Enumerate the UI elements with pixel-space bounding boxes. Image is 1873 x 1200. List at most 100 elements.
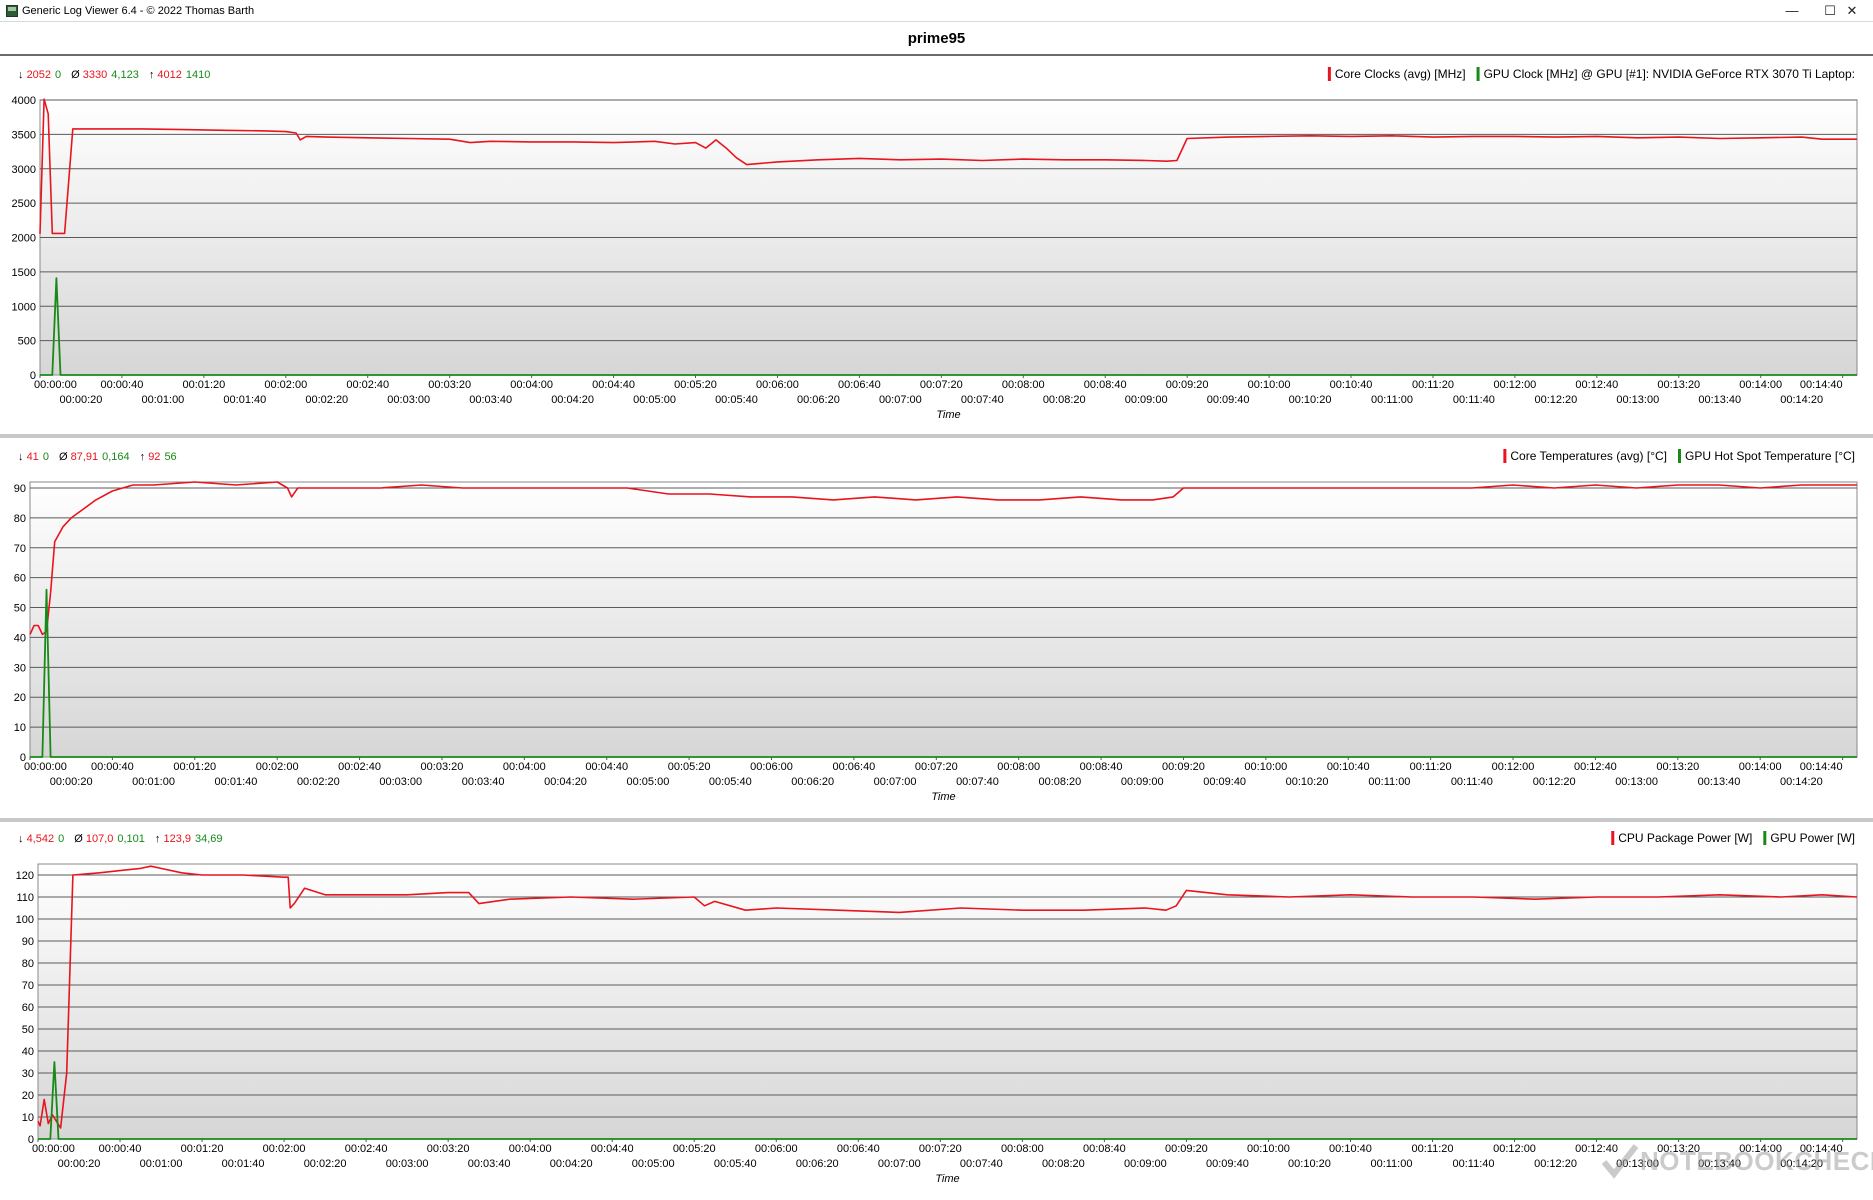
x-axis-label: Time (935, 1173, 959, 1185)
x-tick-label: 00:09:40 (1207, 394, 1250, 406)
y-tick-label: 30 (22, 1068, 34, 1080)
stat-value-green: 0 (58, 833, 64, 845)
y-tick-label: 500 (18, 336, 36, 348)
stat-value-red: 107,0 (86, 833, 114, 845)
x-tick-label: 00:07:40 (961, 394, 1004, 406)
stat-value-red: 92 (148, 451, 160, 463)
x-tick-label: 00:09:20 (1165, 1143, 1208, 1155)
x-tick-label: 00:01:20 (173, 761, 216, 773)
x-tick-label: 00:13:40 (1698, 394, 1741, 406)
x-tick-label: 00:12:00 (1492, 761, 1535, 773)
stats-avg: Ø 107,0 0,101 (74, 833, 145, 845)
x-tick-label: 00:12:20 (1533, 776, 1576, 788)
x-tick-label: 00:13:00 (1616, 394, 1659, 406)
x-tick-label: 00:13:40 (1698, 776, 1741, 788)
x-tick-label: 00:04:40 (591, 1143, 634, 1155)
y-tick-label: 60 (14, 573, 26, 585)
x-tick-label: 00:02:00 (264, 379, 307, 391)
x-tick-label: 00:07:00 (874, 776, 917, 788)
x-tick-label: 00:04:40 (592, 379, 635, 391)
x-tick-label: 00:01:00 (140, 1158, 183, 1170)
x-tick-label: 00:06:00 (756, 379, 799, 391)
x-tick-label: 00:08:40 (1080, 761, 1123, 773)
x-tick-label: 00:01:20 (182, 379, 225, 391)
x-tick-label: 00:05:00 (632, 1158, 675, 1170)
y-tick-label: 100 (16, 914, 34, 926)
stats-avg: Ø 3330 4,123 (71, 69, 139, 81)
y-tick-label: 40 (22, 1046, 34, 1058)
x-tick-label: 00:05:40 (714, 1158, 757, 1170)
x-tick-label: 00:02:40 (346, 379, 389, 391)
stat-value-green: 34,69 (195, 833, 223, 845)
x-tick-label: 00:00:00 (24, 761, 67, 773)
y-tick-label: 4000 (12, 95, 36, 107)
y-tick-label: 40 (14, 632, 26, 644)
stat-value-green: 1410 (186, 69, 210, 81)
checkmark-logo-icon (1601, 1144, 1639, 1179)
legend-label: GPU Power [W] (1770, 831, 1855, 845)
x-tick-label: 00:07:40 (956, 776, 999, 788)
x-tick-label: 00:10:40 (1329, 1143, 1372, 1155)
y-tick-label: 120 (16, 870, 34, 882)
x-tick-label: 00:09:40 (1206, 1158, 1249, 1170)
y-tick-label: 50 (22, 1024, 34, 1036)
x-tick-label: 00:04:00 (509, 1143, 552, 1155)
x-tick-label: 00:09:40 (1203, 776, 1246, 788)
x-tick-label: 00:02:20 (304, 1158, 347, 1170)
y-tick-label: 3000 (12, 164, 36, 176)
x-tick-label: 00:02:20 (305, 394, 348, 406)
stat-value-red: 41 (27, 451, 39, 463)
x-tick-label: 00:00:20 (58, 1158, 101, 1170)
y-tick-label: 90 (22, 936, 34, 948)
x-tick-label: 00:12:20 (1534, 1158, 1577, 1170)
x-tick-label: 00:13:00 (1615, 776, 1658, 788)
stat-value-green: 0 (43, 451, 49, 463)
x-tick-label: 00:09:20 (1162, 761, 1205, 773)
y-tick-label: 90 (14, 483, 26, 495)
x-tick-label: 00:11:40 (1453, 1158, 1495, 1170)
y-tick-label: 3500 (12, 129, 36, 141)
x-tick-label: 00:05:20 (674, 379, 717, 391)
y-tick-label: 10 (14, 722, 26, 734)
legend-label: Core Clocks (avg) [MHz] (1335, 67, 1466, 81)
stat-value-red: 87,91 (71, 451, 99, 463)
x-tick-label: 00:10:00 (1247, 1143, 1290, 1155)
stats-max: ↑ 123,9 34,69 (155, 833, 223, 845)
y-tick-label: 2000 (12, 233, 36, 245)
x-tick-label: 00:07:40 (960, 1158, 1003, 1170)
x-tick-label: 00:04:00 (510, 379, 553, 391)
y-tick-label: 80 (14, 513, 26, 525)
stats-min: ↓ 2052 0 (18, 69, 61, 81)
y-tick-label: 10 (22, 1112, 34, 1124)
x-tick-label: 00:05:40 (715, 394, 758, 406)
x-tick-label: 00:01:00 (141, 394, 184, 406)
x-tick-label: 00:10:00 (1248, 379, 1291, 391)
x-tick-label: 00:12:00 (1493, 1143, 1536, 1155)
plot-area (29, 481, 1858, 758)
x-tick-label: 00:13:20 (1657, 379, 1700, 391)
x-tick-label: 00:02:40 (345, 1143, 388, 1155)
plot-area (37, 863, 1858, 1140)
x-tick-label: 00:14:00 (1739, 761, 1782, 773)
y-tick-label: 50 (14, 603, 26, 615)
y-tick-label: 70 (14, 543, 26, 555)
y-tick-label: 70 (22, 980, 34, 992)
stat-value-red: 3330 (83, 69, 107, 81)
x-tick-label: 00:09:00 (1121, 776, 1164, 788)
x-tick-label: 00:08:40 (1083, 1143, 1126, 1155)
y-tick-label: 60 (22, 1002, 34, 1014)
stat-value-green: 0,164 (102, 451, 130, 463)
x-tick-label: 00:03:00 (387, 394, 430, 406)
x-tick-label: 00:11:00 (1370, 1158, 1412, 1170)
x-tick-label: 00:07:00 (878, 1158, 921, 1170)
x-tick-label: 00:02:40 (338, 761, 381, 773)
x-tick-label: 00:12:40 (1575, 379, 1618, 391)
log-charts: 0500100015002000250030003500400000:00:00… (12, 67, 1858, 1185)
x-tick-label: 00:11:20 (1412, 379, 1454, 391)
legend-swatch (1327, 67, 1331, 81)
y-tick-label: 1500 (12, 267, 36, 279)
legend-swatch (1503, 449, 1507, 463)
x-tick-label: 00:05:20 (668, 761, 711, 773)
legend-swatch (1678, 449, 1682, 463)
legend-label: GPU Clock [MHz] @ GPU [#1]: NVIDIA GeFor… (1484, 67, 1855, 81)
